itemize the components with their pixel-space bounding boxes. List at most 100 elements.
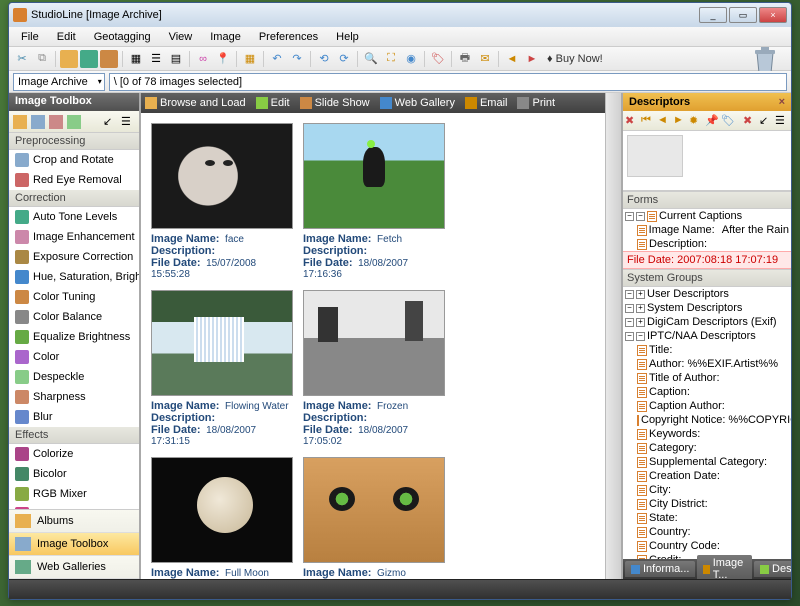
group-iptc-naa-descriptors[interactable]: −− IPTC/NAA Descriptors (623, 329, 791, 343)
tool-color-tuning[interactable]: Color Tuning (9, 287, 139, 307)
menu-file[interactable]: File (13, 29, 47, 45)
thumbnail[interactable] (151, 457, 293, 563)
tool-equalize-brightness[interactable]: Equalize Brightness (9, 327, 139, 347)
menu-geotagging[interactable]: Geotagging (86, 29, 159, 45)
desc-menu-icon[interactable]: ☰ (775, 114, 789, 128)
file-date-highlight[interactable]: File Date: 2007:08:18 17:07:19 (623, 251, 791, 269)
tab-albums[interactable]: Albums (9, 510, 139, 533)
iptc-field[interactable]: City District: (623, 497, 791, 511)
tool-tag-icon[interactable]: 🏷 (429, 50, 447, 68)
toolbox-close-icon[interactable]: ↙ (103, 115, 117, 129)
desc-next-icon[interactable]: ► (673, 114, 687, 128)
tool-pin-icon[interactable]: 📍 (214, 50, 232, 68)
gallery-btn-email[interactable]: Email (465, 97, 508, 109)
tool-redo-icon[interactable]: ↷ (288, 50, 306, 68)
status-tab[interactable]: Image T... (697, 555, 752, 579)
titlebar[interactable]: StudioLine [Image Archive] _ ▭ × (9, 3, 791, 27)
tool-bicolor[interactable]: Bicolor (9, 464, 139, 484)
tool-prev-icon[interactable]: ◄ (503, 50, 521, 68)
iptc-field[interactable]: Supplemental Category: (623, 455, 791, 469)
tool-exposure-correction[interactable]: Exposure Correction (9, 247, 139, 267)
buy-now-link[interactable]: ♦ Buy Now! (543, 53, 607, 65)
tool-blur[interactable]: Blur (9, 407, 139, 427)
tool-list-icon[interactable]: ☰ (147, 50, 165, 68)
toolbox-edit-icon[interactable] (49, 115, 63, 129)
toolbox-tools-icon[interactable] (31, 115, 45, 129)
thumbnail[interactable] (151, 123, 293, 229)
tool-mail-icon[interactable]: ✉ (476, 50, 494, 68)
menu-preferences[interactable]: Preferences (251, 29, 326, 45)
iptc-field[interactable]: State: (623, 511, 791, 525)
tool-colorize[interactable]: Colorize (9, 444, 139, 464)
maximize-button[interactable]: ▭ (729, 7, 757, 23)
iptc-field[interactable]: Author: %%EXIF.Artist%% (623, 357, 791, 371)
group-user-descriptors[interactable]: −+ User Descriptors (623, 287, 791, 301)
desc-x-icon[interactable]: ✖ (625, 114, 639, 128)
gallery-btn-browse-and-load[interactable]: Browse and Load (145, 97, 246, 109)
thumbnail[interactable] (151, 290, 293, 396)
descriptors-close-icon[interactable]: × (779, 96, 785, 108)
tool-color-balance[interactable]: Color Balance (9, 307, 139, 327)
tool-save-icon[interactable] (80, 50, 98, 68)
desc-tag-icon[interactable]: 🏷 (721, 114, 735, 128)
tool-folder-icon[interactable] (60, 50, 78, 68)
tool-zoom-icon[interactable]: 🔍 (362, 50, 380, 68)
desc-gear-icon[interactable]: ✹ (689, 114, 703, 128)
menu-view[interactable]: View (161, 29, 201, 45)
iptc-field[interactable]: City: (623, 483, 791, 497)
tab-image-toolbox[interactable]: Image Toolbox (9, 533, 139, 556)
tree-description[interactable]: Description: (623, 237, 791, 251)
tool-fit-icon[interactable]: ⛶ (382, 50, 400, 68)
tool-sharpness[interactable]: Sharpness (9, 387, 139, 407)
tool-hue-saturation-brightness[interactable]: Hue, Saturation, Brightness (9, 267, 139, 287)
tool-undo-icon[interactable]: ↶ (268, 50, 286, 68)
tool-copy-icon[interactable]: ⧉ (33, 50, 51, 68)
tool-full-icon[interactable]: ◉ (402, 50, 420, 68)
tree-current-captions[interactable]: −−Current Captions (623, 209, 791, 223)
tool-thumbs-icon[interactable]: ▦ (241, 50, 259, 68)
tool-image-enhancement[interactable]: Image Enhancement (9, 227, 139, 247)
close-button[interactable]: × (759, 7, 787, 23)
iptc-field[interactable]: Country: (623, 525, 791, 539)
tool-cut-icon[interactable]: ✂ (13, 50, 31, 68)
menu-help[interactable]: Help (328, 29, 367, 45)
toolbox-brush-icon[interactable] (67, 115, 81, 129)
gallery-btn-print[interactable]: Print (517, 97, 555, 109)
tool-link-icon[interactable]: ∞ (194, 50, 212, 68)
tool-export-icon[interactable] (100, 50, 118, 68)
desc-prev-icon[interactable]: ◄ (657, 114, 671, 128)
desc-del-icon[interactable]: ✖ (743, 114, 757, 128)
iptc-field[interactable]: Copyright Notice: %%COPYRIGHT%% (623, 413, 791, 427)
tool-rotate-right-icon[interactable]: ⟳ (335, 50, 353, 68)
group-digicam-descriptors-exif-[interactable]: −+ DigiCam Descriptors (Exif) (623, 315, 791, 329)
path-field[interactable]: \ [0 of 78 images selected] (109, 73, 787, 91)
thumbnail[interactable] (303, 123, 445, 229)
thumbnail[interactable] (303, 457, 445, 563)
toolbox-expand-icon[interactable]: ☰ (121, 115, 135, 129)
tool-grid-icon[interactable]: ▦ (127, 50, 145, 68)
tool-auto-tone-levels[interactable]: Auto Tone Levels (9, 207, 139, 227)
gallery-btn-web-gallery[interactable]: Web Gallery (380, 97, 455, 109)
tool-rotate-left-icon[interactable]: ⟲ (315, 50, 333, 68)
desc-pin-icon[interactable]: 📌 (705, 114, 719, 128)
tree-image-name[interactable]: Image Name: After the Rain (623, 223, 791, 237)
gallery-btn-edit[interactable]: Edit (256, 97, 290, 109)
menu-edit[interactable]: Edit (49, 29, 84, 45)
iptc-field[interactable]: Title: (623, 343, 791, 357)
desc-coll-icon[interactable]: ↙ (759, 114, 773, 128)
status-tab[interactable]: Descript... (754, 561, 791, 577)
iptc-field[interactable]: Category: (623, 441, 791, 455)
iptc-field[interactable]: Creation Date: (623, 469, 791, 483)
gallery-scrollbar[interactable] (605, 93, 621, 579)
tool-crop-and-rotate[interactable]: Crop and Rotate (9, 150, 139, 170)
iptc-field[interactable]: Country Code: (623, 539, 791, 553)
thumbnail[interactable] (303, 290, 445, 396)
tool-rgb-mixer[interactable]: RGB Mixer (9, 484, 139, 504)
gallery-btn-slide-show[interactable]: Slide Show (300, 97, 370, 109)
iptc-field[interactable]: Keywords: (623, 427, 791, 441)
tool-red-eye-removal[interactable]: Red Eye Removal (9, 170, 139, 190)
tool-color[interactable]: Color (9, 347, 139, 367)
archive-dropdown[interactable]: Image Archive (13, 73, 105, 91)
group-system-descriptors[interactable]: −+ System Descriptors (623, 301, 791, 315)
iptc-field[interactable]: Caption: (623, 385, 791, 399)
